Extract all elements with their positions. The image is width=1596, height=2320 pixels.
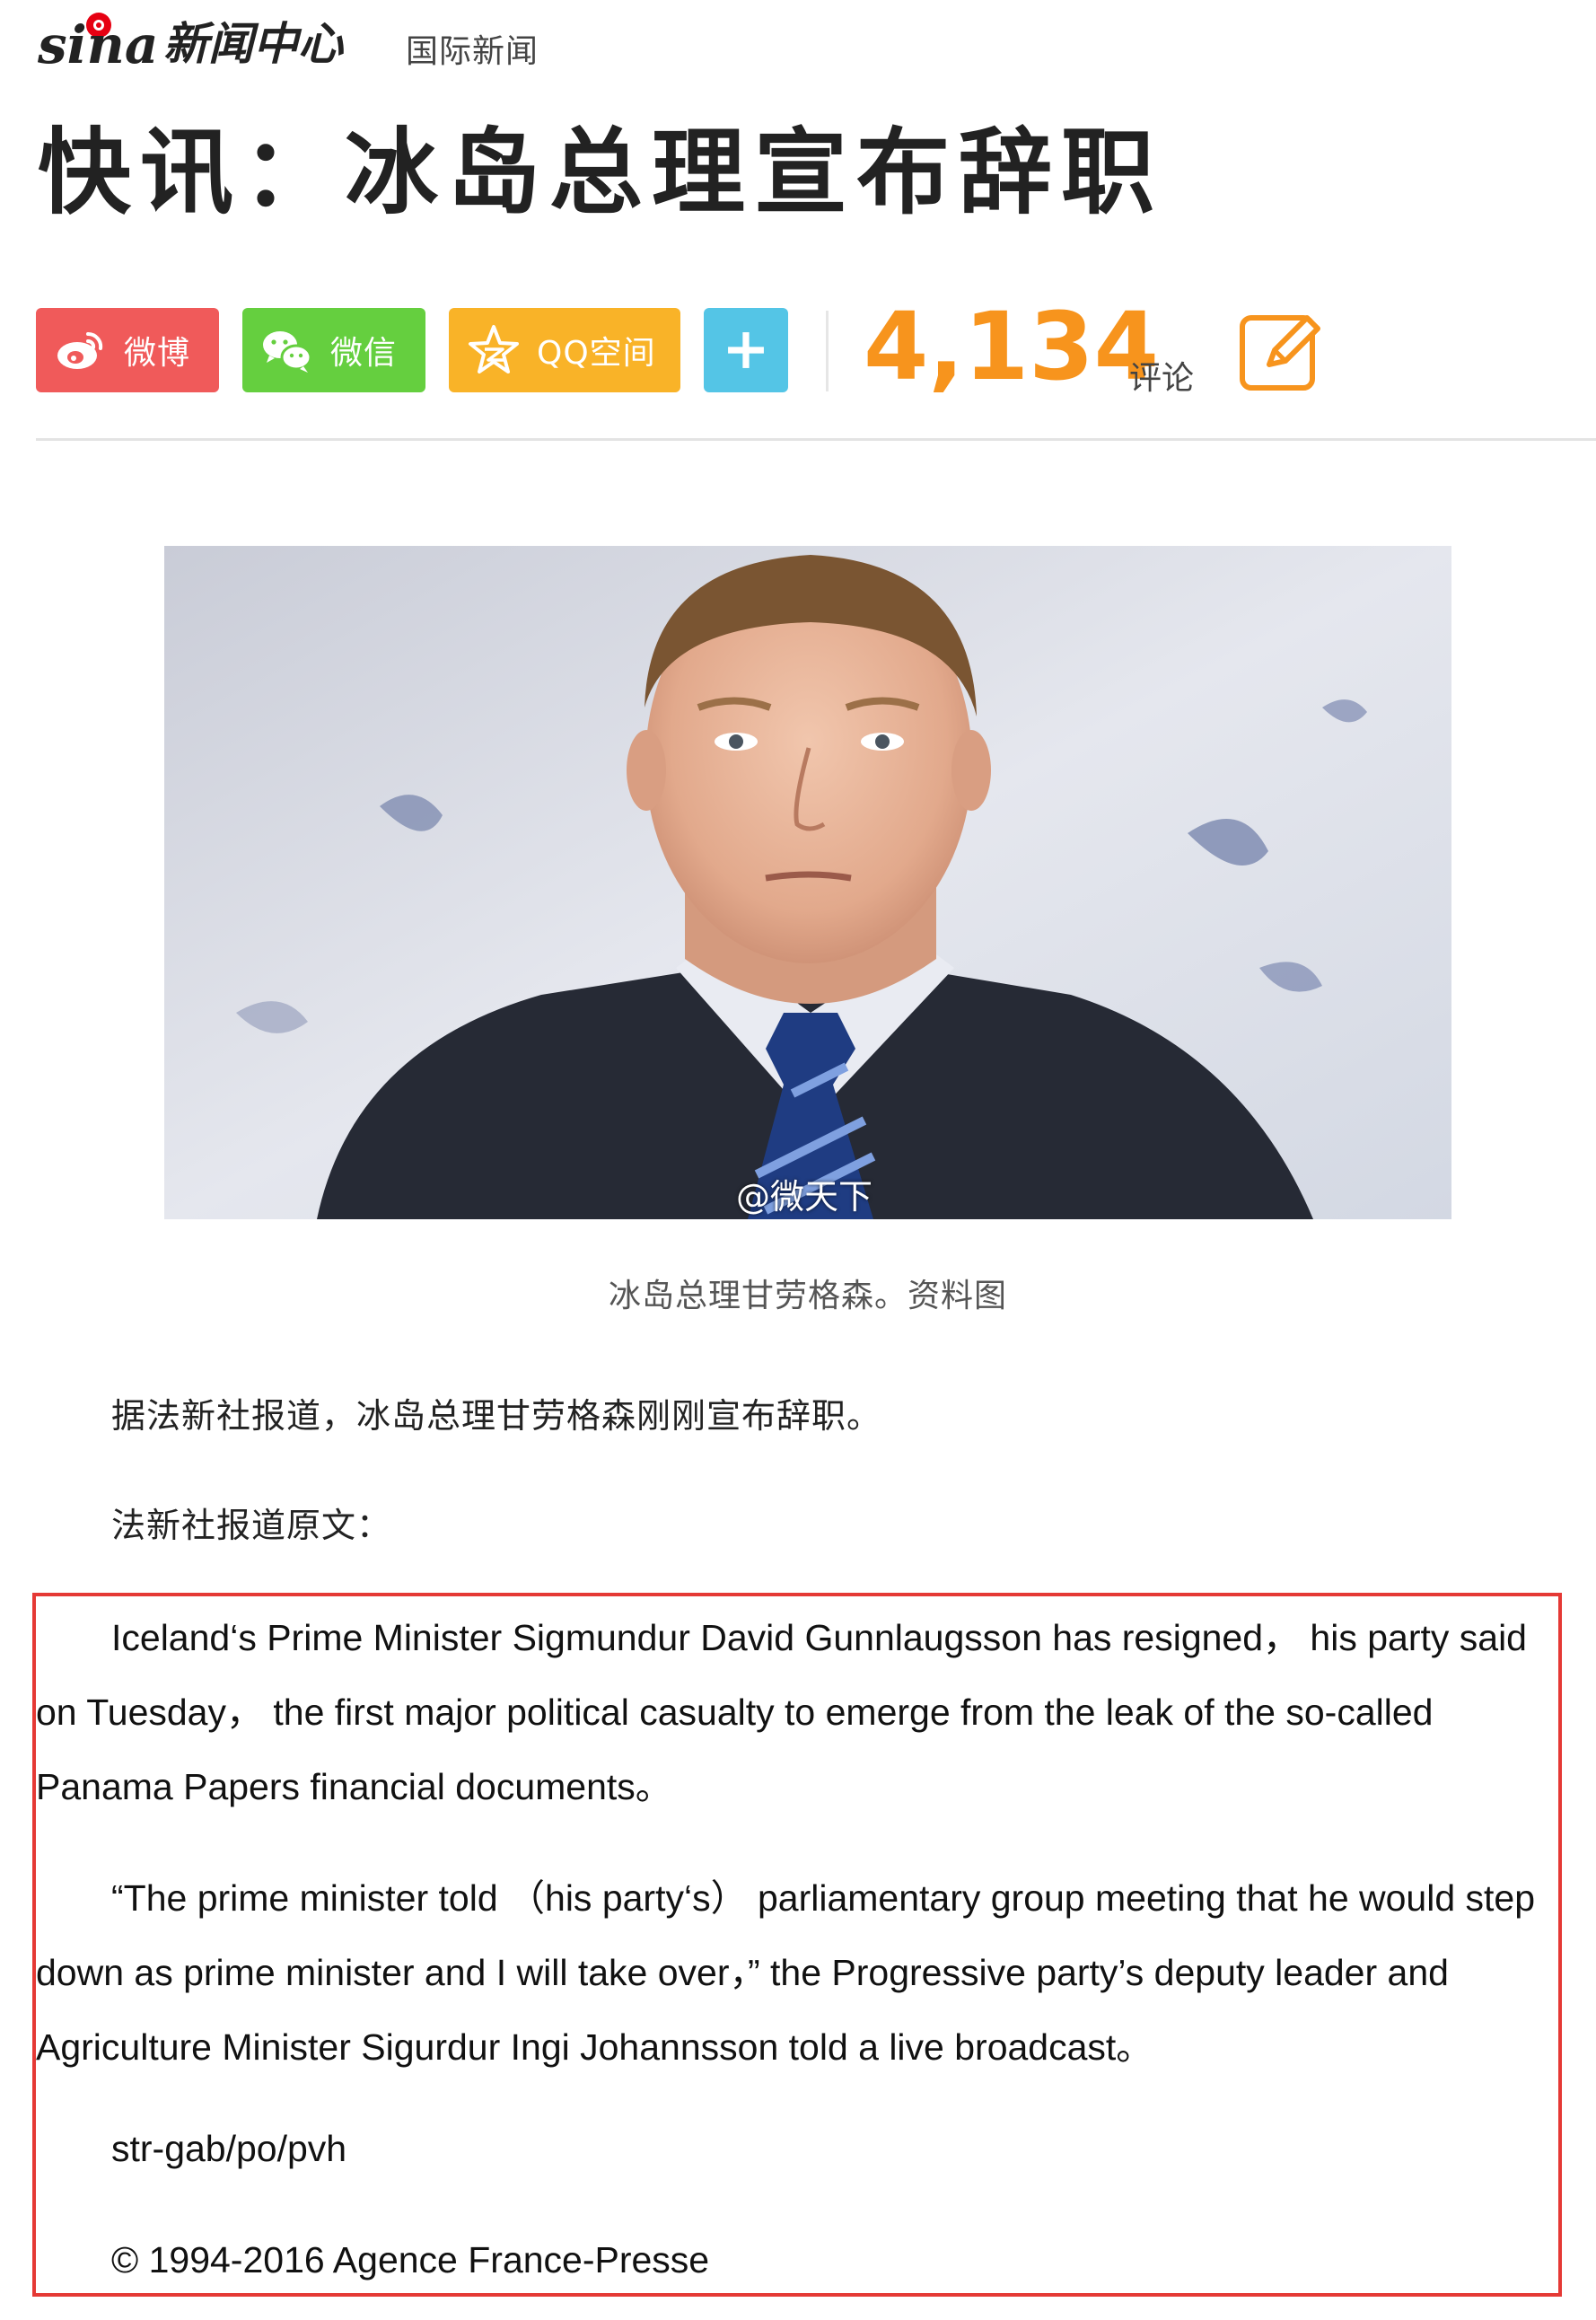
share-wechat-button[interactable]: 微信 <box>242 308 425 392</box>
article-photo <box>164 546 1451 1219</box>
share-more-button[interactable] <box>704 308 788 392</box>
logo-brand-text: sina <box>37 14 158 75</box>
quote-paragraph-1-line: Iceland‘s Prime Minister Sigmundur David… <box>111 1617 1527 1658</box>
quote-paragraph-2-line: Agriculture Minister Sigurdur Ingi Johan… <box>36 2026 1153 2068</box>
comment-count[interactable]: 4,134 <box>864 300 1159 393</box>
share-qzone-button[interactable]: QQ空间 <box>449 308 680 392</box>
share-weibo-button[interactable]: 微博 <box>36 308 219 392</box>
quote-copyright: © 1994-2016 Agence France-Presse <box>111 2239 710 2280</box>
write-comment-button[interactable] <box>1239 309 1323 393</box>
portrait-photo-image <box>164 546 1451 1219</box>
section-link-international[interactable]: 国际新闻 <box>406 25 539 72</box>
comment-label[interactable]: 评论 <box>1129 352 1194 399</box>
sina-news-logo[interactable]: sina 新闻中心 <box>36 7 359 88</box>
share-divider <box>826 311 829 391</box>
article-headline: 快讯：冰岛总理宣布辞职 <box>38 117 1164 227</box>
quote-paragraph-2-line: down as prime minister and I will take o… <box>36 1952 1449 1993</box>
article-paragraph: 据法新社报道，冰岛总理甘劳格森刚刚宣布辞职。 <box>111 1396 882 1436</box>
share-qzone-label: QQ空间 <box>537 335 656 372</box>
plus-icon <box>728 332 764 368</box>
logo-channel-text: 新闻中心 <box>163 17 345 70</box>
photo-watermark: @微天下 <box>736 1177 873 1217</box>
pencil-edit-icon <box>1240 315 1320 391</box>
quote-paragraph-2-line: “The prime minister told （his party‘s） p… <box>111 1877 1536 1919</box>
sina-eye-logo-icon: sina 新闻中心 <box>37 13 345 75</box>
quote-paragraph-1-line: on Tuesday， the first major political ca… <box>36 1692 1434 1733</box>
quote-paragraph-1-line: Panama Papers financial documents。 <box>36 1766 672 1807</box>
share-wechat-label: 微信 <box>330 335 398 372</box>
quote-dateline: str-gab/po/pvh <box>111 2128 347 2169</box>
article-paragraph: 法新社报道原文： <box>111 1506 392 1545</box>
header-divider <box>36 438 1596 441</box>
share-weibo-label: 微博 <box>124 335 191 372</box>
wechat-icon <box>263 331 312 373</box>
photo-caption: 冰岛总理甘劳格森。资料图 <box>608 1278 1007 1314</box>
weibo-icon <box>57 331 103 369</box>
qzone-star-icon <box>469 325 519 373</box>
